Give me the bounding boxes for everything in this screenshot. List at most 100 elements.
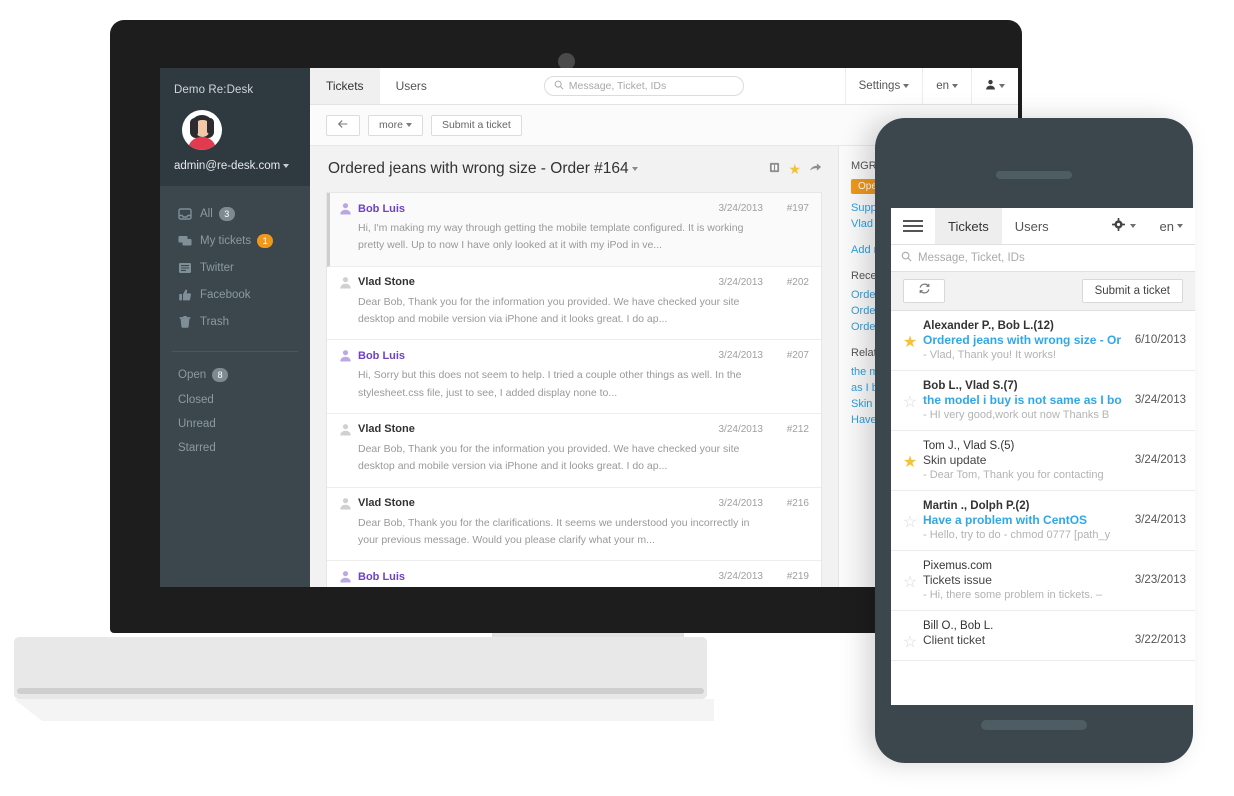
forward-icon[interactable] (809, 160, 822, 178)
message-author[interactable]: Bob Luis (358, 350, 405, 362)
hamburger-bar (903, 230, 923, 232)
hamburger-bar (903, 220, 923, 222)
message-author[interactable]: Vlad Stone (358, 423, 415, 435)
mobile-tab-tickets[interactable]: Tickets (935, 208, 1002, 244)
sidebar-filter-open[interactable]: Open 8 (160, 362, 310, 388)
star-icon[interactable]: ☆ (897, 380, 923, 411)
message-header: Vlad Stone 3/24/2013 #202 (339, 276, 809, 289)
list-item[interactable]: ☆ Bob L., Vlad S.(7) the model i buy is … (891, 371, 1195, 431)
avatar[interactable] (182, 110, 222, 150)
sidebar-account-block: Demo Re:Desk admin@re-desk.com (160, 68, 310, 186)
message-item[interactable]: Vlad Stone 3/24/2013 #212 Dear Bob, Than… (327, 414, 821, 488)
star-icon[interactable]: ★ (897, 320, 923, 351)
search-input[interactable]: Message, Ticket, IDs (543, 76, 744, 96)
sidebar-item-facebook[interactable]: Facebook (160, 281, 310, 308)
star-icon[interactable]: ★ (897, 440, 923, 471)
user-icon (339, 349, 352, 362)
language-menu[interactable]: en (922, 68, 971, 104)
user-menu[interactable] (971, 68, 1018, 104)
message-item[interactable]: Bob Luis 3/24/2013 #219 2 2/3 buttons me… (327, 561, 821, 587)
mobile-submit-ticket-button[interactable]: Submit a ticket (1081, 279, 1183, 303)
thread-header: Ordered jeans with wrong size - Order #1… (326, 160, 822, 192)
sidebar-item-label: All (200, 207, 213, 220)
list-item-date: 3/24/2013 (1134, 394, 1186, 406)
chevron-down-icon (952, 84, 958, 88)
list-item[interactable]: ☆ Bill O., Bob L. Client ticket 3/22/201… (891, 611, 1195, 661)
message-date: 3/24/2013 (718, 571, 764, 583)
message-author[interactable]: Vlad Stone (358, 497, 415, 509)
sidebar-item-all[interactable]: All 3 (160, 200, 310, 227)
list-item-subject: Have a problem with CentOS (923, 513, 1088, 527)
mobile-language-menu[interactable]: en (1148, 208, 1195, 244)
star-icon[interactable]: ☆ (897, 500, 923, 531)
message-item[interactable]: Bob Luis 3/24/2013 #197 Hi, I'm making m… (327, 193, 821, 267)
chevron-down-icon (1177, 224, 1183, 228)
sidebar-item-my-tickets[interactable]: My tickets 1 (160, 227, 310, 254)
phone-screen: Tickets Users en Message, Ticket, IDs Su… (891, 208, 1195, 705)
mobile-tab-users[interactable]: Users (1002, 208, 1062, 244)
sidebar-divider (172, 351, 298, 352)
account-menu[interactable]: admin@re-desk.com (160, 160, 310, 172)
sidebar-item-trash[interactable]: Trash (160, 308, 310, 335)
list-item[interactable]: ☆ Pixemus.com Tickets issue - Hi, there … (891, 551, 1195, 611)
message-preview: Hi, I'm making my way through getting th… (358, 222, 744, 252)
message-author[interactable]: Bob Luis (358, 203, 405, 215)
list-item[interactable]: ☆ Martin ., Dolph P.(2) Have a problem w… (891, 491, 1195, 551)
message-author[interactable]: Vlad Stone (358, 276, 415, 288)
message-author[interactable]: Bob Luis (358, 571, 405, 583)
sidebar-filter-unread[interactable]: Unread (160, 412, 310, 436)
list-item-subject: Tickets issue (923, 573, 992, 587)
archive-icon[interactable] (769, 160, 780, 178)
avatar-wrap (160, 110, 310, 160)
sidebar-filter-closed[interactable]: Closed (160, 388, 310, 412)
mobile-search-input[interactable]: Message, Ticket, IDs (891, 245, 1195, 272)
more-button[interactable]: more (368, 114, 423, 136)
star-icon[interactable]: ★ (788, 162, 801, 176)
phone-home-button[interactable] (981, 720, 1087, 730)
settings-menu[interactable]: Settings (844, 68, 923, 104)
list-item-snippet: - Hello, try to do - chmod 0777 [path_y (923, 529, 1111, 541)
tab-users[interactable]: Users (380, 68, 443, 104)
sidebar-filter-label: Open (178, 369, 207, 381)
sidebar-item-twitter[interactable]: Twitter (160, 254, 310, 281)
star-icon[interactable]: ☆ (897, 560, 923, 591)
back-button[interactable] (326, 114, 360, 136)
submit-ticket-button[interactable]: Submit a ticket (430, 114, 522, 136)
list-item-snippet: - HI very good,work out now Thanks B (923, 409, 1110, 421)
mobile-settings-menu[interactable] (1100, 208, 1148, 244)
search-placeholder-label: Message, Ticket, IDs (568, 80, 667, 92)
gear-icon (1111, 218, 1125, 234)
sidebar-filter-starred[interactable]: Starred (160, 436, 310, 460)
message-id: #212 (786, 423, 809, 435)
more-label: more (379, 119, 403, 131)
user-icon (339, 276, 352, 289)
message-header: Vlad Stone 3/24/2013 #216 (339, 497, 809, 510)
message-item[interactable]: Vlad Stone 3/24/2013 #202 Dear Bob, Than… (327, 267, 821, 341)
sidebar: Demo Re:Desk admin@re-desk.com All 3 My … (160, 68, 310, 587)
list-item[interactable]: ★ Alexander P., Bob L.(12) Ordered jeans… (891, 311, 1195, 371)
list-item-participants: Alexander P., Bob L.(12) (923, 320, 1054, 332)
list-item[interactable]: ★ Tom J., Vlad S.(5) Skin update - Dear … (891, 431, 1195, 491)
message-date: 3/24/2013 (718, 203, 764, 214)
message-item[interactable]: Vlad Stone 3/24/2013 #216 Dear Bob, Than… (327, 488, 821, 562)
account-email-label: admin@re-desk.com (174, 160, 281, 172)
refresh-button[interactable] (903, 279, 945, 303)
list-item-texts: Pixemus.com Tickets issue - Hi, there so… (923, 560, 1127, 601)
list-icon (178, 261, 200, 275)
star-icon[interactable]: ☆ (897, 620, 923, 651)
search-icon (901, 251, 918, 265)
thread-actions: ★ (769, 160, 822, 178)
arrow-left-icon (337, 119, 349, 132)
hamburger-icon[interactable] (891, 208, 935, 244)
list-item-texts: Alexander P., Bob L.(12) Ordered jeans w… (923, 320, 1127, 361)
message-item[interactable]: Bob Luis 3/24/2013 #207 Hi, Sorry but th… (327, 340, 821, 414)
trash-icon (178, 315, 200, 329)
message-header: Bob Luis 3/24/2013 #219 (339, 570, 809, 583)
desktop-topbar: Tickets Users Message, Ticket, IDs Setti… (310, 68, 1018, 105)
list-item-snippet: - Hi, there some problem in tickets. – (923, 589, 1103, 601)
sidebar-item-label: My tickets (200, 234, 252, 247)
user-icon (339, 497, 352, 510)
chevron-down-icon[interactable] (631, 167, 638, 171)
hamburger-bar (903, 225, 923, 227)
tab-tickets[interactable]: Tickets (310, 68, 380, 104)
